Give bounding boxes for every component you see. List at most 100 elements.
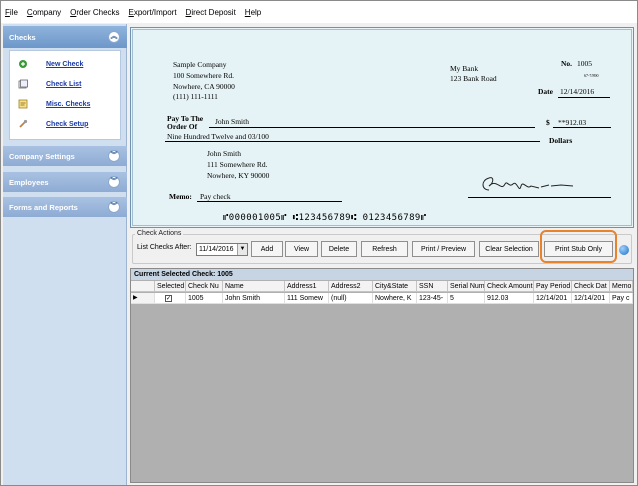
sidebar-item-check-list[interactable]: Check List (10, 75, 122, 93)
signature-line (468, 197, 611, 198)
section-label: Company Settings (9, 151, 75, 161)
company-address-1: 100 Somewhere Rd. (173, 71, 235, 80)
sidebar-forms-and-reports[interactable]: Forms and Reports ︾ (3, 197, 127, 217)
bank-address: 123 Bank Road (450, 74, 497, 83)
menu-help[interactable]: Help (245, 8, 261, 17)
row-check-date[interactable]: 12/14/201 (572, 293, 610, 304)
row-address2[interactable]: (null) (329, 293, 373, 304)
date-label: Date (538, 87, 553, 96)
globe-icon[interactable] (619, 245, 629, 255)
view-button[interactable]: View (285, 241, 318, 257)
col-check-date[interactable]: Check Dat (572, 281, 610, 292)
check-setup-icon (19, 119, 28, 128)
col-pay-period[interactable]: Pay Period (534, 281, 572, 292)
check-actions-group: Check Actions List Checks After: 11/14/2… (130, 230, 634, 264)
chevron-down-icon[interactable]: ︾ (108, 176, 120, 188)
list-checks-after-label: List Checks After: (137, 244, 192, 251)
sidebar-employees[interactable]: Employees ︾ (3, 172, 127, 192)
check-number: 1005 (577, 59, 592, 68)
date-value: 11/14/2016 (199, 246, 234, 253)
row-city-state[interactable]: Nowhere, K (373, 293, 417, 304)
row-header-corner (131, 281, 155, 292)
payee-address-name: John Smith (207, 149, 241, 158)
sidebar-item-new-check[interactable]: New Check (10, 55, 122, 73)
section-label: Employees (9, 177, 49, 187)
row-name[interactable]: John Smith (223, 293, 285, 304)
date-line (558, 97, 610, 98)
memo-text: Pay check (200, 192, 231, 201)
check-no-label: No. (561, 59, 573, 68)
sidebar-item-label: Check Setup (46, 120, 89, 128)
company-name: Sample Company (173, 60, 227, 69)
row-address1[interactable]: 111 Somew (285, 293, 329, 304)
col-serial-num[interactable]: Serial Num (448, 281, 485, 292)
row-memo[interactable]: Pay c (610, 293, 633, 304)
check-list-icon (18, 79, 28, 89)
selected-checkbox[interactable]: ✓ (165, 295, 172, 302)
check-face: Sample Company 100 Somewhere Rd. Nowhere… (132, 29, 632, 226)
col-ssn[interactable]: SSN (417, 281, 448, 292)
menu-company[interactable]: Company (27, 8, 61, 17)
dollars-label: Dollars (549, 136, 573, 145)
list-checks-after-date[interactable]: 11/14/2016 ▼ (196, 243, 248, 256)
menu-order-checks[interactable]: Order Checks (70, 8, 119, 17)
highlight-outline (540, 230, 617, 263)
sidebar-item-label: Check List (46, 80, 82, 88)
company-address-2: Nowhere, CA 90000 (173, 82, 235, 91)
payee-line (209, 127, 535, 128)
col-check-amount[interactable]: Check Amount (485, 281, 534, 292)
amount-line (553, 127, 611, 128)
order-of-label: Order Of (167, 122, 198, 131)
sidebar-checks-header[interactable]: Checks ︽ (3, 26, 127, 48)
check-amount: **912.03 (558, 118, 587, 127)
menu-direct-deposit[interactable]: Direct Deposit (186, 8, 236, 17)
row-serial[interactable]: 5 (448, 293, 485, 304)
col-address1[interactable]: Address1 (285, 281, 329, 292)
print-preview-button[interactable]: Print / Preview (412, 241, 475, 257)
delete-button[interactable]: Delete (321, 241, 357, 257)
app-window: File Company Order Checks Export/Import … (0, 0, 638, 486)
chevron-down-icon[interactable]: ︾ (108, 150, 120, 162)
row-ssn[interactable]: 123-45- (417, 293, 448, 304)
row-check-number[interactable]: 1005 (186, 293, 223, 304)
col-selected[interactable]: Selected (155, 281, 186, 292)
checks-grid: Current Selected Check: 1005 Selected Ch… (130, 268, 634, 483)
company-phone: (111) 111-1111 (173, 92, 218, 101)
chevron-up-icon[interactable]: ︽ (108, 31, 120, 43)
sidebar-item-misc-checks[interactable]: Misc. Checks (10, 95, 122, 113)
col-check-number[interactable]: Check Nu (186, 281, 223, 292)
payee-address-1: 111 Somewhere Rd. (207, 160, 268, 169)
clear-selection-button[interactable]: Clear Selection (479, 241, 539, 257)
refresh-button[interactable]: Refresh (361, 241, 408, 257)
menu-bar: File Company Order Checks Export/Import … (1, 1, 637, 23)
row-pointer-icon[interactable]: ▶ (131, 293, 155, 304)
check-actions-legend: Check Actions (135, 230, 184, 237)
menu-file[interactable]: File (5, 8, 18, 17)
menu-export-import[interactable]: Export/Import (129, 8, 177, 17)
section-label: Forms and Reports (9, 202, 78, 212)
memo-line (197, 201, 342, 202)
col-memo[interactable]: Memo (610, 281, 633, 292)
col-address2[interactable]: Address2 (329, 281, 373, 292)
checks-panel: New Check Check List Misc. Checks Check … (9, 50, 121, 140)
add-button[interactable]: Add (251, 241, 283, 257)
sidebar-item-label: Misc. Checks (46, 100, 91, 108)
payee-address-2: Nowhere, KY 90000 (207, 171, 270, 180)
grid-title: Current Selected Check: 1005 (131, 269, 633, 280)
chevron-down-icon[interactable]: ︾ (108, 201, 120, 213)
payee-name: John Smith (215, 117, 249, 126)
row-selected-cell[interactable]: ✓ (155, 293, 186, 304)
sidebar-item-check-setup[interactable]: Check Setup (10, 115, 122, 133)
sidebar: Checks ︽ New Check Check List Misc. Chec… (3, 24, 127, 485)
row-pay-period[interactable]: 12/14/201 (534, 293, 572, 304)
col-name[interactable]: Name (223, 281, 285, 292)
dropdown-arrow-icon[interactable]: ▼ (237, 244, 247, 255)
col-city-state[interactable]: City&State (373, 281, 417, 292)
bank-name: My Bank (450, 64, 479, 73)
row-amount[interactable]: 912.03 (485, 293, 534, 304)
signature-image (482, 177, 574, 191)
sidebar-company-settings[interactable]: Company Settings ︾ (3, 146, 127, 166)
micr-line: ⑈000001005⑈ ⑆123456789⑆ 0123456789⑈ (223, 213, 427, 223)
memo-label: Memo: (169, 192, 192, 201)
misc-checks-icon (18, 99, 28, 109)
